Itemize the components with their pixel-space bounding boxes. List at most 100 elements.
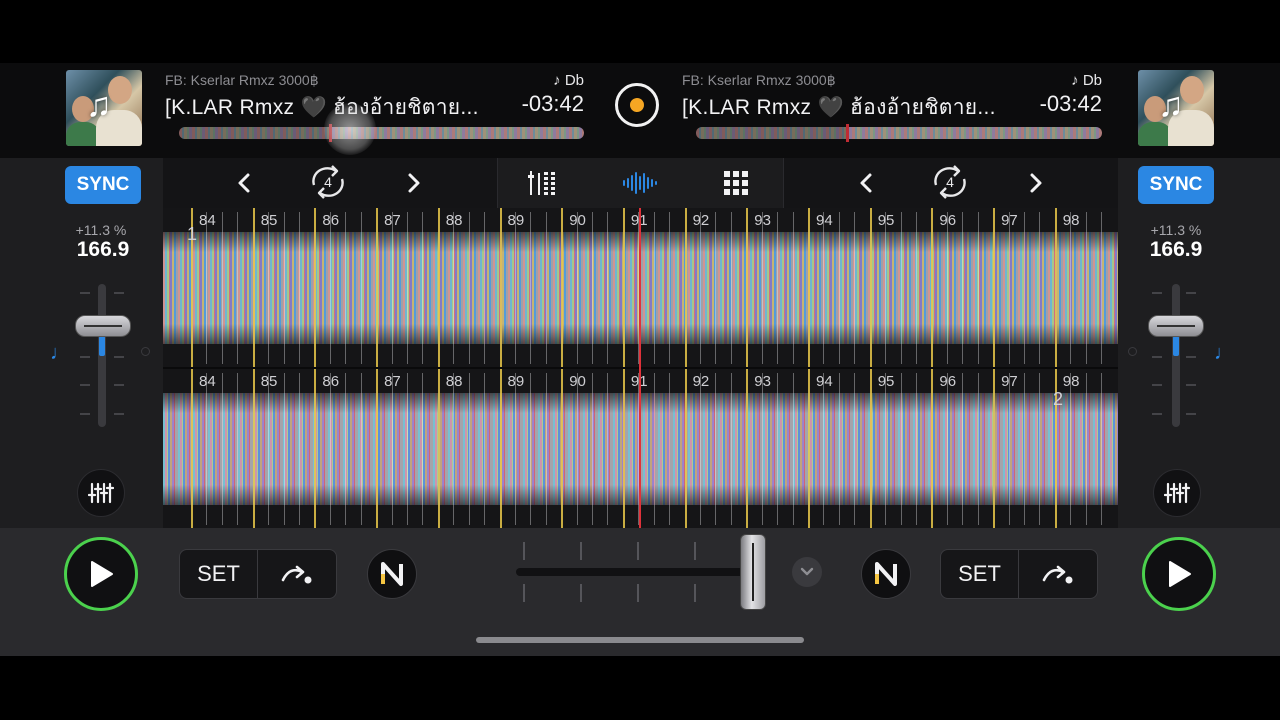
deck-a-beat-line [514,212,516,364]
grid-icon [724,171,748,195]
deck-b-loop-button[interactable]: 4 [928,163,972,201]
deck-a-beat-line [206,212,208,364]
deck-a-bar-number: 84 [199,212,216,229]
deck-b-bar-number: 94 [816,373,833,390]
deck-a-bar-number: 87 [384,212,401,229]
deck-a-set-button[interactable]: SET [180,550,258,598]
chevron-left-icon [238,173,250,193]
deck-b-beat-line [669,373,671,525]
deck-b-loop-prev-button[interactable] [855,167,877,199]
deck-a-beat-line [700,212,702,364]
deck-a-downbeat-line [252,208,255,368]
deck-a-loop-button[interactable]: 4 [306,163,350,201]
deck-b-eq-button[interactable] [1153,469,1201,517]
deck-a-overview-waveform[interactable] [179,124,584,142]
deck-a-bar-number: 92 [692,212,710,229]
deck-a-downbeat-line [622,208,625,368]
deck-a-beat-line [715,212,717,364]
deck-b-artwork[interactable]: ♫ [1138,70,1214,146]
deck-a-loop-prev-button[interactable] [233,167,255,199]
deck-a-downbeat-line [993,208,996,368]
deck-a-downbeat-line [684,208,687,368]
deck-a-bar-number: 85 [260,212,278,229]
deck-a-bar-number: 90 [569,212,586,229]
deck-b-beat-line [360,373,362,525]
pitch-reset-dot[interactable] [141,347,150,356]
deck-a-pitch-percent: +11.3 % [75,222,127,238]
deck-a-beat-line [298,212,300,364]
deck-b-beat-line [406,373,408,525]
deck-b-bpm[interactable]: 166.9 [1136,238,1216,262]
deck-a-play-button[interactable] [64,537,138,611]
cue-jump-icon [1042,565,1073,584]
home-indicator[interactable] [476,637,804,643]
deck-b-beat-line [777,373,779,525]
deck-a-downbeat-line [746,208,749,368]
pads-view-button[interactable] [722,167,750,199]
waveform-view-button[interactable] [622,167,658,199]
deck-b-bar-number: 92 [692,373,710,390]
crossfader-options-button[interactable] [792,557,822,587]
deck-a-bpm[interactable]: 166.9 [63,238,143,262]
deck-b-sync-button[interactable]: SYNC [1138,166,1214,204]
deck-a-downbeat-line [376,208,379,368]
deck-a-beat-line [360,212,362,364]
deck-a-eq-button[interactable] [77,469,125,517]
crossfader-handle[interactable] [740,534,766,610]
deck-a-cue-jump-button[interactable] [258,550,336,598]
chevron-down-icon [800,567,814,576]
deck-b-beat-line [422,373,424,525]
deck-b-set-button[interactable]: SET [941,550,1019,598]
deck-a-beat-line [283,212,285,364]
deck-b-loop-next-button[interactable] [1025,167,1047,199]
deck-b-overview-waveform[interactable] [696,124,1102,142]
deck-b-downbeat-line [622,369,625,528]
deck-a-neural-mix-button[interactable] [367,549,417,599]
deck-b-neural-mix-button[interactable] [861,549,911,599]
deck-b-beat-line [237,373,239,525]
deck-a-pitch-handle[interactable] [75,315,131,337]
deck-b-cue-marker[interactable]: 2 [1053,389,1063,410]
deck-b-beat-line [885,373,887,525]
deck-b-play-button[interactable] [1142,537,1216,611]
deck-b-artist: FB: Kserlar Rmxz 3000฿ [682,72,836,88]
deck-b-bar-number: 96 [939,373,957,390]
key-lock-icon[interactable]: ♩ [50,342,70,365]
deck-a-loop-next-button[interactable] [403,167,425,199]
deck-b-beat-line [1039,373,1041,525]
deck-a-beat-line [730,212,732,364]
deck-a-beat-line [669,212,671,364]
sliders-icon [1164,482,1190,504]
deck-header: ♫ FB: Kserlar Rmxz 3000฿ ♪ Db [K.LAR Rmx… [0,63,1280,158]
deck-a-artwork[interactable]: ♫ [66,70,142,146]
deck-b-remaining-time: -03:42 [1039,91,1102,116]
waveform-icon [623,172,657,194]
pitch-reset-dot[interactable] [1128,347,1137,356]
deck-b-overview-playhead [846,124,849,142]
deck-a-beat-line [406,212,408,364]
deck-b-downbeat-line [993,369,996,528]
deck-b-downbeat-line [746,369,749,528]
deck-a-sync-button[interactable]: SYNC [65,166,141,204]
record-button[interactable] [615,83,659,127]
deck-a-beat-line [391,212,393,364]
deck-a-beat-line [854,212,856,364]
deck-b-beat-line [221,373,223,525]
deck-a-remaining-time: -03:42 [521,91,584,116]
deck-b-pitch-handle[interactable] [1148,315,1204,337]
deck-b-cue-jump-button[interactable] [1019,550,1097,598]
deck-b-bar-number: 93 [754,373,771,390]
deck-a-beat-line [221,212,223,364]
waveform-display[interactable]: 848586878889909192939495969798 848586878… [163,208,1118,528]
deck-b-title: [K.LAR Rmxz 🖤 ฮ้องอ้ายชิตาย... [682,96,996,119]
deck-a-beat-line [977,212,979,364]
deck-a-downbeat-line [869,208,872,368]
deck-b-downbeat-line [314,369,317,528]
deck-b-beat-line [792,373,794,525]
transport-bar: SET SET [0,528,1280,656]
deck-a-cue-marker[interactable]: 1 [187,224,197,245]
mixer-view-button[interactable] [526,167,558,199]
deck-b-info: FB: Kserlar Rmxz 3000฿ ♪ Db [K.LAR Rmxz … [682,63,1102,158]
key-lock-icon[interactable]: ♩ [1214,342,1234,365]
chevron-right-icon [1030,173,1042,193]
